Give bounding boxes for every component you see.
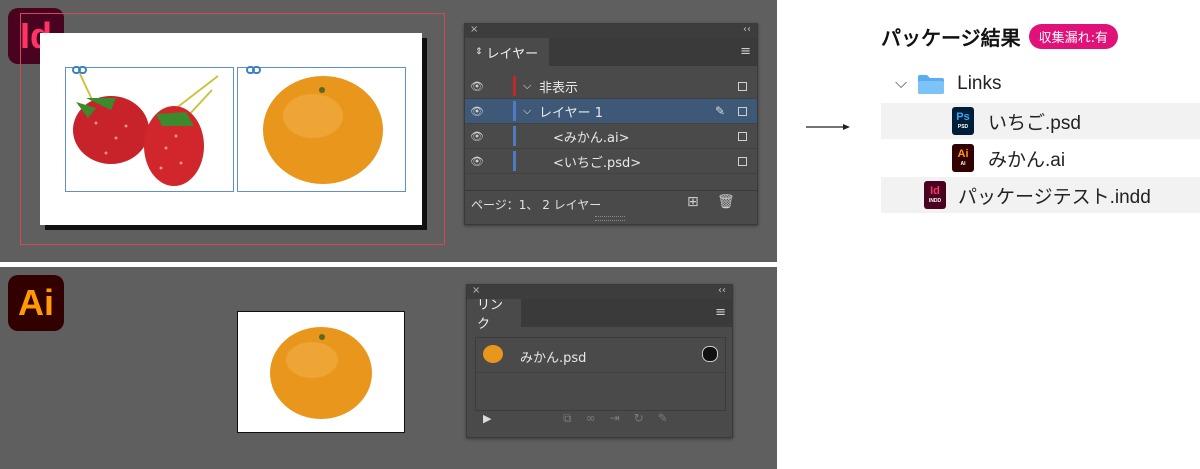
panel-titlebar: × ‹‹ (465, 24, 757, 38)
resize-grip[interactable] (595, 216, 625, 221)
link-icon[interactable] (246, 60, 262, 74)
folder-row[interactable]: ⌵ Links (881, 66, 1200, 102)
edit-original-icon[interactable]: ✎ (658, 411, 682, 425)
arrow (806, 118, 850, 136)
orange-image (263, 76, 383, 184)
embed-icon[interactable]: ⧉ (563, 411, 586, 425)
orange-thumbnail (483, 345, 503, 363)
file-name: パッケージテスト.indd (958, 186, 1151, 208)
play-icon[interactable]: ▶ (483, 412, 491, 425)
layer-name: レイヤー 1 (539, 105, 604, 121)
sort-icon: ⇕ (475, 47, 483, 57)
folder-name: Links (957, 73, 1002, 94)
list-item[interactable]: みかん.psd (476, 338, 725, 373)
layer-color-bar (513, 101, 516, 121)
collapse-icon[interactable]: ‹‹ (718, 285, 726, 296)
layer-color-bar (513, 151, 516, 171)
file-icon-label: Ps (956, 111, 970, 123)
missing-badge: 収集漏れ:有 (1028, 24, 1118, 49)
layers-list: 👁 ⌵ 非表示 👁 ⌵ レイヤー 1 ✎ 👁 <みかん.ai> 👁 <いちご.p… (465, 74, 757, 174)
illustrator-app-label: Ai (18, 282, 54, 323)
tab-links-label: リンク (477, 298, 504, 332)
pen-icon: ✎ (714, 104, 725, 118)
layer-row[interactable]: 👁 ⌵ 非表示 (465, 74, 757, 99)
chevron-down-icon[interactable]: ⌵ (895, 75, 907, 93)
chevron-down-icon[interactable]: ⌵ (523, 104, 531, 118)
file-icon-label: Id (930, 185, 940, 197)
layer-select-box[interactable] (738, 107, 747, 116)
file-name: いちご.psd (988, 112, 1081, 134)
file-icon-sub: INDD (928, 198, 942, 204)
chevron-down-icon[interactable]: ⌵ (523, 79, 531, 93)
layer-row[interactable]: 👁 <いちご.psd> (465, 149, 757, 174)
close-icon[interactable]: × (470, 24, 478, 35)
layer-name: <いちご.psd> (553, 155, 642, 171)
artboard (237, 311, 405, 433)
photoshop-file-icon: Ps PSD (952, 107, 974, 135)
layer-color-bar (513, 76, 516, 96)
strawberry-image (73, 73, 219, 186)
eye-icon[interactable]: 👁 (469, 155, 485, 168)
orange-image (270, 327, 372, 419)
package-title: パッケージ結果 (881, 26, 1021, 50)
tab-layers-label: レイヤー (486, 46, 539, 62)
new-layer-icon[interactable]: ⊞ (687, 194, 699, 210)
panel-tabbar: ⇕ レイヤー ≡ (465, 38, 757, 66)
folder-icon (917, 73, 945, 95)
strawberry-image-frame[interactable] (65, 67, 234, 192)
link-name: みかん.psd (520, 351, 587, 366)
trash-icon[interactable]: 🗑 (717, 194, 735, 210)
layer-row[interactable]: 👁 ⌵ レイヤー 1 ✎ (465, 99, 757, 124)
list-item[interactable]: Id INDD パッケージテスト.indd (881, 177, 1200, 213)
layer-select-box[interactable] (738, 82, 747, 91)
panel-menu-icon[interactable]: ≡ (715, 305, 726, 320)
layers-status: ページ：1、 2 レイヤー (471, 198, 602, 212)
layer-select-box[interactable] (738, 157, 747, 166)
layers-panel: × ‹‹ ⇕ レイヤー ≡ 👁 ⌵ 非表示 👁 ⌵ レイヤー 1 ✎ 👁 <みか… (464, 23, 758, 225)
link-status-icon (702, 346, 718, 362)
relink-icon[interactable]: ∞ (586, 411, 610, 425)
layer-select-box[interactable] (738, 132, 747, 141)
illustrator-app-icon: Ai (8, 275, 64, 331)
layer-name: 非表示 (539, 80, 579, 96)
eye-icon[interactable]: 👁 (469, 105, 485, 118)
file-name: みかん.ai (988, 149, 1066, 171)
links-panel: × ‹‹ リンク ≡ みかん.psd ▶ ⧉∞⇥↻✎ (466, 284, 733, 438)
tab-layers[interactable]: ⇕ レイヤー (465, 38, 549, 66)
link-icon[interactable] (72, 60, 88, 74)
tab-links[interactable]: リンク (467, 298, 521, 332)
package-header: パッケージ結果 収集漏れ:有 (881, 22, 1118, 51)
layers-footer: ページ：1、 2 レイヤー ⊞ 🗑 (465, 190, 757, 215)
list-item[interactable]: Ai AI みかん.ai (881, 140, 1200, 176)
list-item[interactable]: Ps PSD いちご.psd (881, 103, 1200, 139)
illustrator-file-icon: Ai AI (952, 144, 974, 172)
file-icon-sub: PSD (957, 124, 969, 130)
panel-tabbar: リンク ≡ (467, 298, 732, 332)
panel-menu-icon[interactable]: ≡ (740, 44, 751, 59)
update-icon[interactable]: ↻ (634, 411, 658, 425)
eye-icon[interactable]: 👁 (469, 130, 485, 143)
layer-row[interactable]: 👁 <みかん.ai> (465, 124, 757, 149)
eye-icon[interactable]: 👁 (469, 80, 485, 93)
file-icon-label: Ai (957, 148, 969, 160)
file-icon-sub: AI (960, 161, 966, 167)
indesign-file-icon: Id INDD (924, 181, 946, 209)
links-list: みかん.psd (475, 337, 726, 411)
orange-image-frame[interactable] (237, 67, 406, 192)
goto-link-icon[interactable]: ⇥ (610, 411, 634, 425)
collapse-icon[interactable]: ‹‹ (743, 24, 751, 35)
links-toolbar: ⧉∞⇥↻✎ (563, 411, 682, 426)
layer-name: <みかん.ai> (553, 130, 630, 146)
layer-color-bar (513, 126, 516, 146)
